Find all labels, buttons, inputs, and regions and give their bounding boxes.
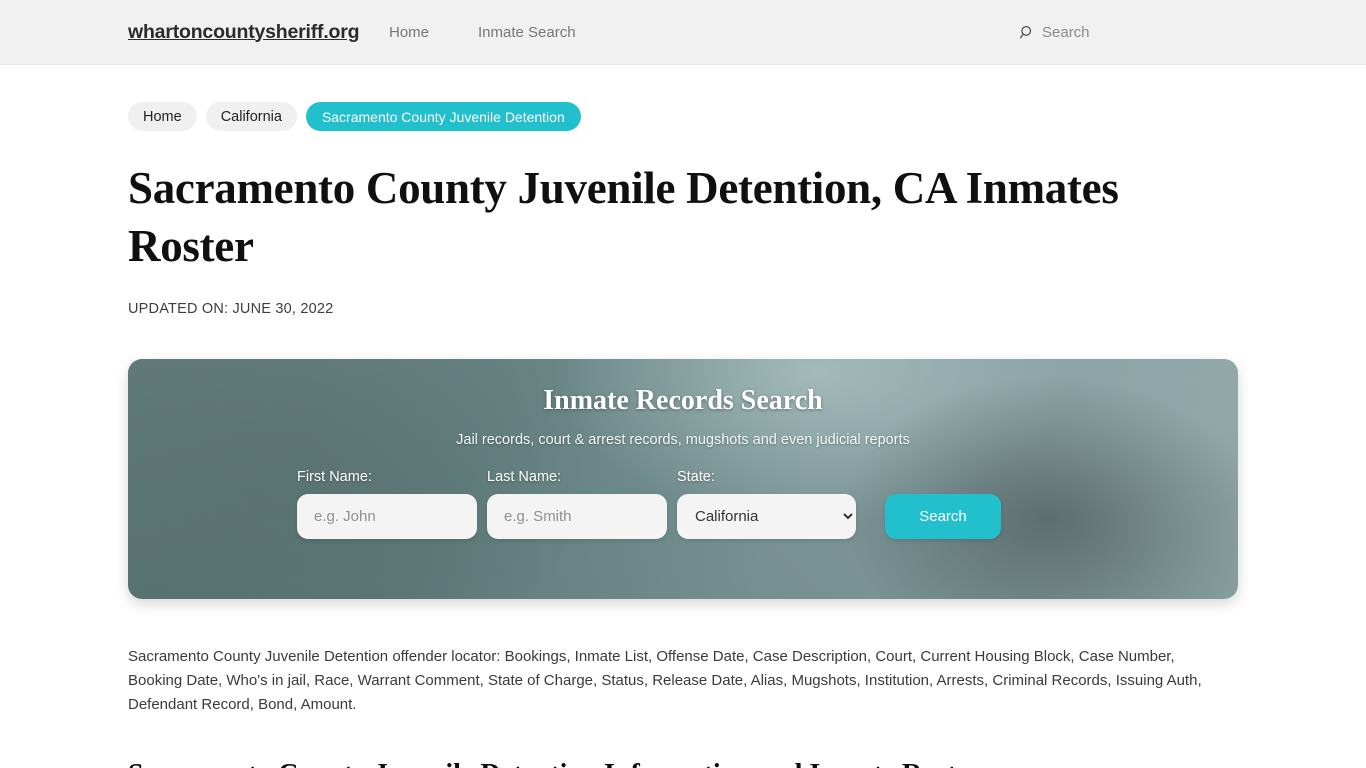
header-search-toggle[interactable]: Search <box>1020 24 1090 41</box>
updated-on-text: UPDATED ON: JUNE 30, 2022 <box>128 301 334 317</box>
breadcrumb-item-home[interactable]: Home <box>128 102 197 131</box>
last-name-input[interactable] <box>487 494 667 539</box>
first-name-field-group: First Name: <box>297 469 477 539</box>
search-icon <box>1020 25 1035 40</box>
state-field-group: State: California <box>677 469 856 539</box>
site-brand[interactable]: whartoncountysheriff.org <box>128 21 360 44</box>
search-card-title: Inmate Records Search <box>543 385 823 416</box>
main-navigation: Home Inmate Search <box>389 24 576 41</box>
search-card-subtitle: Jail records, court & arrest records, mu… <box>456 432 910 448</box>
state-select[interactable]: California <box>677 494 856 539</box>
last-name-field-group: Last Name: <box>487 469 667 539</box>
search-submit-button[interactable]: Search <box>885 494 1001 539</box>
breadcrumb-item-california[interactable]: California <box>205 102 297 131</box>
intro-paragraph: Sacramento County Juvenile Detention off… <box>128 648 1202 713</box>
breadcrumb: Home California Sacramento County Juveni… <box>128 102 1238 131</box>
header-search-label: Search <box>1042 23 1090 41</box>
breadcrumb-item-current[interactable]: Sacramento County Juvenile Detention <box>305 102 581 131</box>
first-name-input[interactable] <box>297 494 477 539</box>
site-header: whartoncountysheriff.org Home Inmate Sea… <box>0 0 1366 65</box>
state-label: State: <box>677 469 715 485</box>
page-title: Sacramento County Juvenile Detention, CA… <box>128 163 1119 271</box>
nav-item-home[interactable]: Home <box>389 24 429 41</box>
page-content: Home California Sacramento County Juveni… <box>0 102 1366 768</box>
last-name-label: Last Name: <box>487 469 562 485</box>
nav-item-inmate-search[interactable]: Inmate Search <box>478 24 576 41</box>
section-heading: Sacramento County Juvenile Detention Inf… <box>128 759 1238 768</box>
inmate-search-form: First Name: Last Name: State: California… <box>128 469 1238 539</box>
inmate-records-search-card: Inmate Records Search Jail records, cour… <box>128 359 1238 599</box>
first-name-label: First Name: <box>297 469 372 485</box>
